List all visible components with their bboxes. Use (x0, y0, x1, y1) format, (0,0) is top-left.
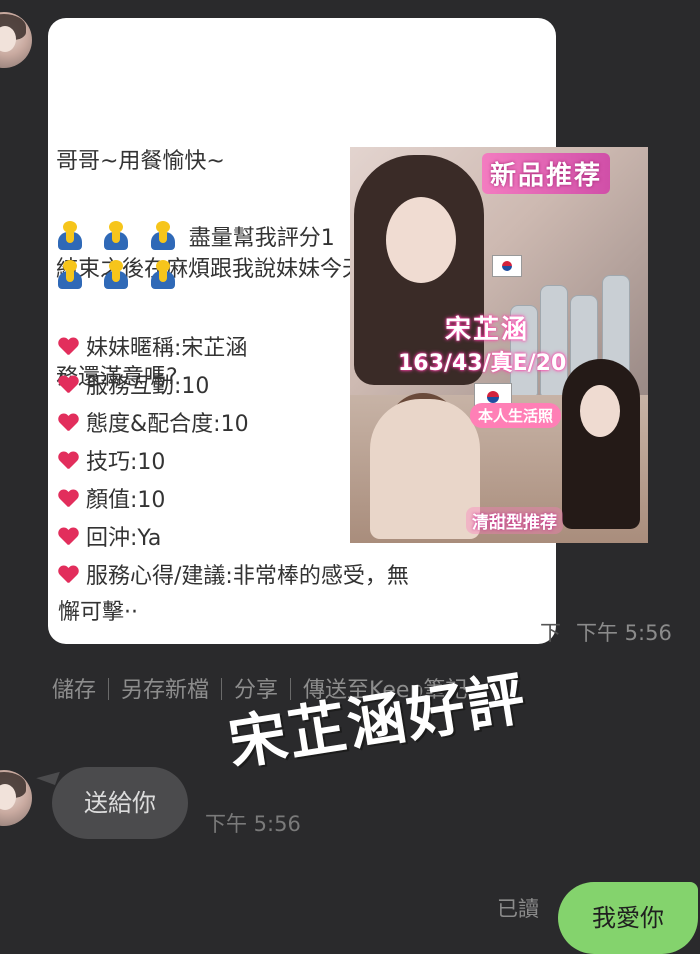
model-face (386, 197, 456, 283)
pray-icon (56, 221, 84, 251)
heart-icon (58, 414, 78, 434)
received-message-bubble[interactable]: 送給你 (52, 767, 188, 839)
review-stamp: 宋芷涵好評 (224, 663, 531, 779)
timestamp-faint: 下 (540, 621, 561, 645)
rating-label: 回沖:Ya (86, 526, 162, 551)
new-badge: 新品推荐 (482, 153, 611, 194)
sender-avatar[interactable] (0, 12, 32, 68)
rating-item: 顏值:10 (58, 486, 165, 516)
heart-icon (58, 490, 78, 510)
life-photo-label: 本人生活照 (470, 403, 562, 428)
rating-item: 回沖:Ya (58, 524, 161, 554)
pray-emoji-row-2 (56, 260, 187, 297)
save-link[interactable]: 儲存 (52, 678, 96, 703)
heart-icon (58, 338, 78, 358)
heart-icon (58, 566, 78, 586)
sent-message-bubble[interactable]: 我愛你 (558, 882, 698, 954)
rating-item: 妹妹暱稱:宋芷涵 (58, 334, 247, 364)
rating-label: 服務互動:10 (86, 374, 210, 399)
pray-icon (149, 260, 177, 290)
promo-image[interactable]: 新品推荐 宋芷涵 163/43/真E/20 本人生活照 清甜型推荐 (350, 147, 648, 543)
save-as-link[interactable]: 另存新檔 (121, 678, 209, 703)
bubble-tail (36, 765, 60, 785)
heart-icon (58, 528, 78, 548)
rating-label: 服務心得/建議:非常棒的感受，無 (86, 564, 409, 589)
avatar-face (0, 26, 16, 52)
heart-icon (58, 376, 78, 396)
korea-flag-icon (492, 255, 522, 277)
heart-icon (58, 452, 78, 472)
promo-stats: 163/43/真E/20 (398, 351, 567, 376)
rating-label: 顏值:10 (86, 488, 166, 513)
divider (221, 678, 223, 700)
model-face (580, 385, 620, 437)
pray-icon (102, 260, 130, 290)
rating-item: 態度&配合度:10 (58, 410, 249, 440)
rating-item: 技巧:10 (58, 448, 165, 478)
divider (108, 678, 110, 700)
rating-request-text: 盡量幫我評分1 (188, 226, 335, 251)
message-timestamp: 下午 5:56 (205, 812, 301, 836)
pray-icon (56, 260, 84, 290)
pray-emoji-row-1: 盡量幫我評分1 (56, 220, 335, 258)
pray-icon (149, 221, 177, 251)
model-figure (370, 399, 480, 539)
avatar-face (0, 784, 16, 810)
type-recommend-label: 清甜型推荐 (466, 507, 563, 534)
promo-name: 宋芷涵 (445, 315, 530, 345)
rating-item: 服務互動:10 (58, 372, 209, 402)
rating-label: 態度&配合度:10 (86, 412, 249, 437)
rating-label: 技巧:10 (86, 450, 166, 475)
pray-icon (102, 221, 130, 251)
sender-avatar[interactable] (0, 770, 32, 826)
rating-tail: 懈可擊·· (58, 600, 138, 625)
rating-item: 服務心得/建議:非常棒的感受，無 (58, 562, 409, 592)
read-receipt: 已讀 (497, 897, 539, 921)
message-timestamp: 下午 5:56 (576, 621, 672, 645)
rating-label: 妹妹暱稱:宋芷涵 (86, 336, 248, 361)
